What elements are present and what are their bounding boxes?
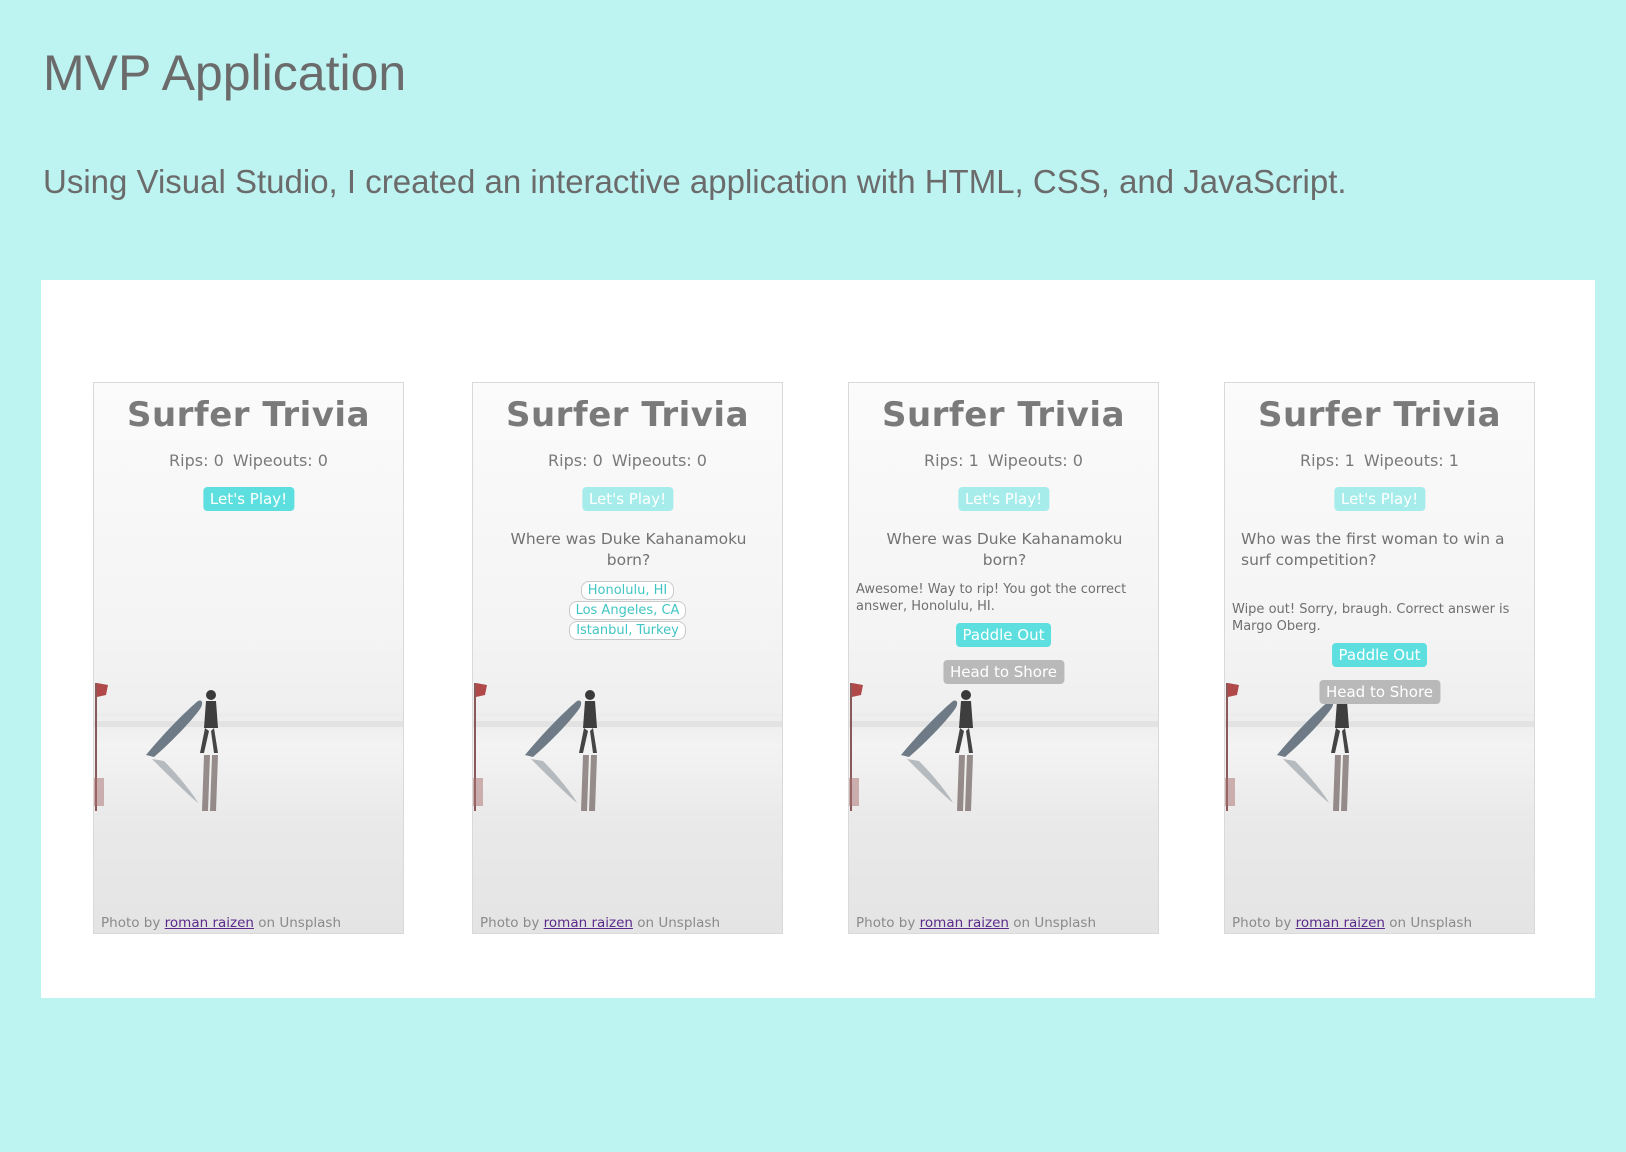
head-to-shore-button[interactable]: Head to Shore	[942, 660, 1065, 684]
page-description: Using Visual Studio, I created an intera…	[43, 163, 1347, 200]
app-screen-start: Surfer Trivia Rips: 0 Wipeouts: 0 Let's …	[93, 382, 404, 934]
photographer-link[interactable]: roman raizen	[1296, 915, 1385, 931]
photo-credit: Photo by roman raizen on Unsplash	[1232, 915, 1473, 931]
rips-count: Rips: 1	[924, 451, 979, 470]
app-screen-correct: Surfer Trivia Rips: 1 Wipeouts: 0 Let's …	[848, 382, 1159, 934]
trivia-question: Where was Duke Kahanamoku born?	[886, 530, 1123, 569]
lets-play-button[interactable]: Let's Play!	[957, 487, 1050, 511]
paddle-out-button[interactable]: Paddle Out	[1331, 643, 1428, 667]
photographer-link[interactable]: roman raizen	[544, 915, 633, 931]
screenshot-gallery: Surfer Trivia Rips: 0 Wipeouts: 0 Let's …	[41, 280, 1595, 998]
app-title: Surfer Trivia	[1257, 395, 1502, 435]
wipeouts-count: Wipeouts: 0	[232, 451, 328, 470]
trivia-question: Where was Duke Kahanamoku born?	[510, 530, 747, 569]
page-title: MVP Application	[43, 45, 407, 101]
rips-count: Rips: 0	[548, 451, 603, 470]
wipeouts-count: Wipeouts: 0	[987, 451, 1083, 470]
score-bar: Rips: 0 Wipeouts: 0	[473, 451, 782, 470]
paddle-out-button[interactable]: Paddle Out	[955, 623, 1052, 647]
wipeouts-count: Wipeouts: 1	[1363, 451, 1459, 470]
photographer-link[interactable]: roman raizen	[165, 915, 254, 931]
score-bar: Rips: 1 Wipeouts: 1	[1225, 451, 1534, 470]
photo-credit: Photo by roman raizen on Unsplash	[856, 915, 1097, 931]
photographer-link[interactable]: roman raizen	[920, 915, 1009, 931]
answer-feedback: Wipe out! Sorry, braugh. Correct answer …	[1232, 602, 1510, 634]
answer-option-honolulu[interactable]: Honolulu, HI	[580, 581, 675, 600]
app-title: Surfer Trivia	[126, 395, 371, 435]
answer-option-istanbul[interactable]: Istanbul, Turkey	[569, 621, 686, 640]
wipeouts-count: Wipeouts: 0	[611, 451, 707, 470]
photo-credit: Photo by roman raizen on Unsplash	[480, 915, 721, 931]
app-title: Surfer Trivia	[881, 395, 1126, 435]
trivia-question: Who was the first woman to win a surf co…	[1241, 530, 1505, 569]
score-bar: Rips: 1 Wipeouts: 0	[849, 451, 1158, 470]
answer-option-los-angeles[interactable]: Los Angeles, CA	[568, 601, 687, 620]
lets-play-button[interactable]: Let's Play!	[581, 487, 674, 511]
score-bar: Rips: 0 Wipeouts: 0	[94, 451, 403, 470]
head-to-shore-button[interactable]: Head to Shore	[1318, 680, 1441, 704]
rips-count: Rips: 0	[169, 451, 224, 470]
answer-feedback: Awesome! Way to rip! You got the correct…	[856, 582, 1127, 614]
app-screen-question: Surfer Trivia Rips: 0 Wipeouts: 0 Let's …	[472, 382, 783, 934]
app-screen-wipeout: Surfer Trivia Rips: 1 Wipeouts: 1 Let's …	[1224, 382, 1535, 934]
lets-play-button[interactable]: Let's Play!	[1333, 487, 1426, 511]
answer-list: Honolulu, HI Los Angeles, CA Istanbul, T…	[473, 581, 782, 641]
rips-count: Rips: 1	[1300, 451, 1355, 470]
app-title: Surfer Trivia	[505, 395, 750, 435]
lets-play-button[interactable]: Let's Play!	[202, 487, 295, 511]
photo-credit: Photo by roman raizen on Unsplash	[101, 915, 342, 931]
